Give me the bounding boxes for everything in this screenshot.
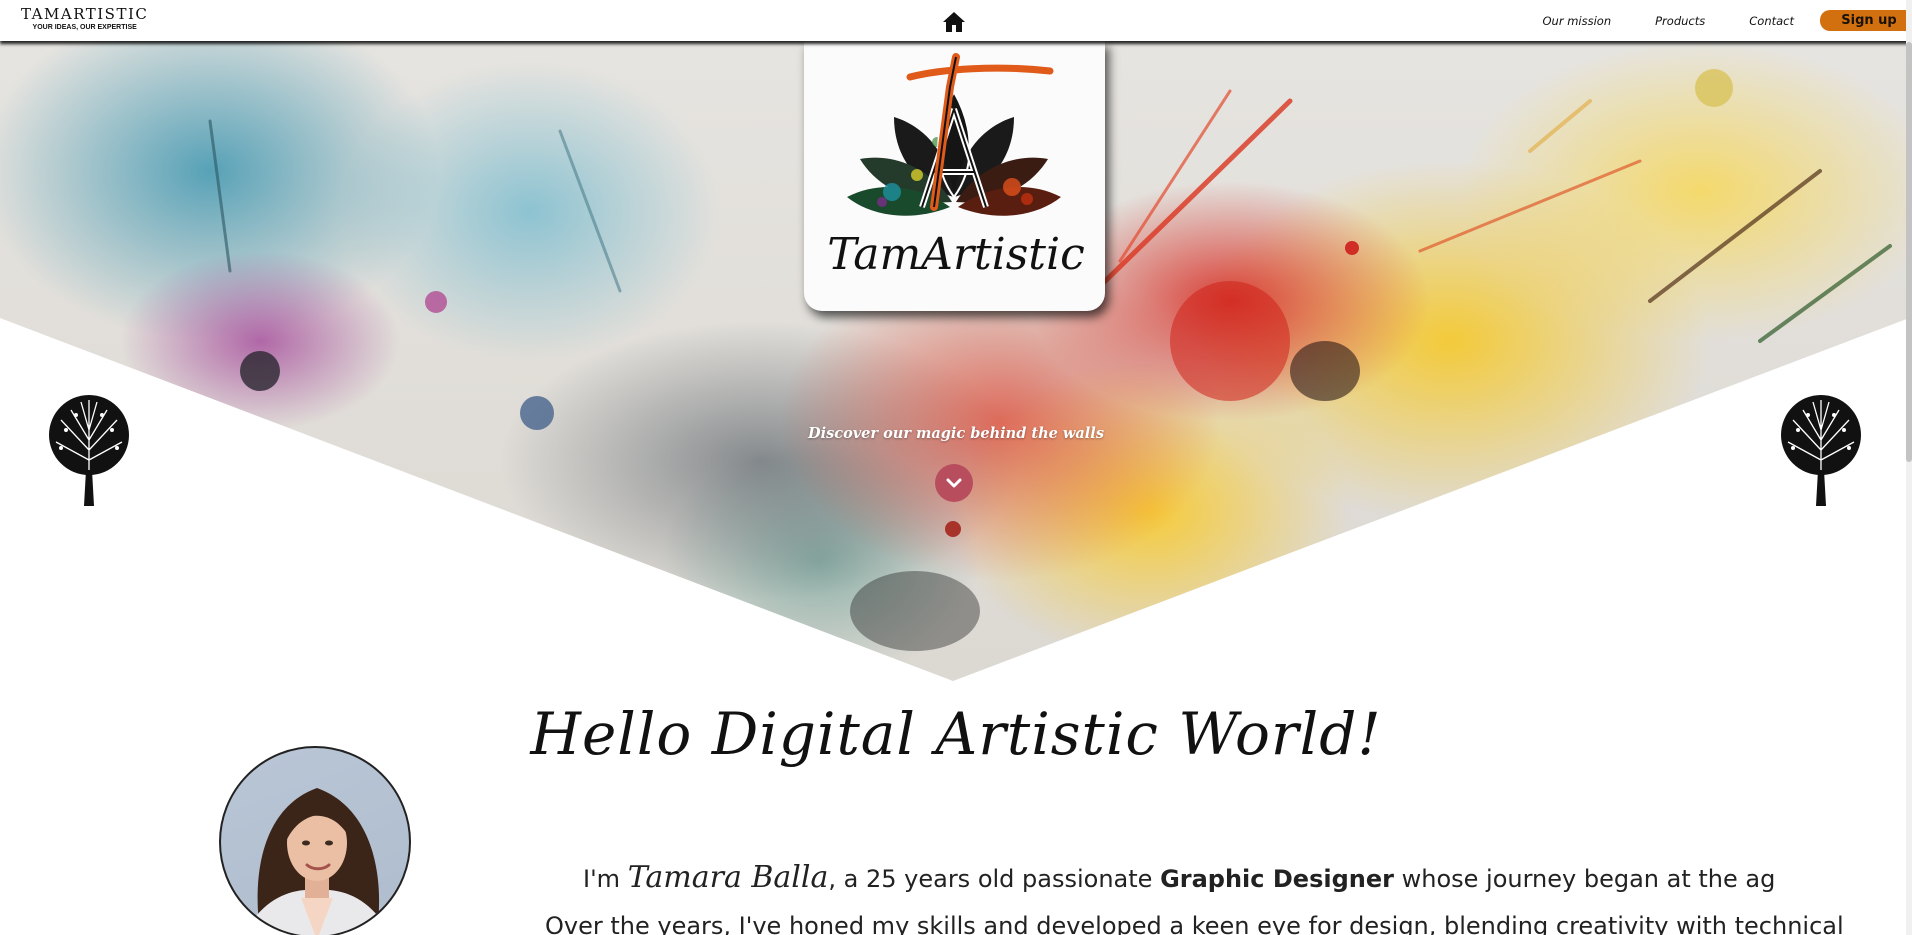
scrollbar-thumb[interactable] — [1906, 42, 1912, 462]
tree-icon — [49, 395, 129, 506]
hero-logo-card: TamArtistic — [804, 41, 1105, 311]
chevron-down-icon[interactable] — [935, 464, 973, 502]
nav-links: Our mission Products Contact Sign up — [1543, 10, 1912, 31]
nav-link-products[interactable]: Products — [1655, 14, 1705, 28]
avatar — [219, 746, 411, 935]
logo-script-text: TamArtistic — [827, 229, 1084, 280]
nav-link-contact[interactable]: Contact — [1749, 14, 1794, 28]
navbar: TAMARTISTIC YOUR IDEAS, OUR EXPERTISE Ou… — [0, 0, 1912, 41]
page-scrollbar[interactable] — [1906, 0, 1912, 935]
brand-tagline: YOUR IDEAS, OUR EXPERTISE — [32, 24, 137, 31]
brand-name: TAMARTISTIC — [21, 5, 149, 23]
role-text: Graphic Designer — [1160, 865, 1394, 893]
intro-suffix: whose journey began at the ag — [1401, 865, 1776, 893]
brand-logo[interactable]: TAMARTISTIC YOUR IDEAS, OUR EXPERTISE — [21, 5, 148, 31]
about-body-text: Over the years, I've honed my skills and… — [545, 912, 1844, 935]
hero-tagline: Discover our magic behind the walls — [808, 425, 1104, 442]
home-icon[interactable] — [942, 11, 966, 33]
nav-link-our-mission[interactable]: Our mission — [1543, 14, 1612, 28]
signup-button[interactable]: Sign up — [1820, 10, 1912, 31]
tree-icon — [1781, 395, 1861, 506]
intro-middle: , a 25 years old passionate — [828, 865, 1153, 893]
hero-banner: TamArtistic Discover our magic behind th… — [0, 41, 1912, 681]
intro-prefix: I'm — [583, 865, 621, 893]
intro-line: I'm Tamara Balla, a 25 years old passion… — [0, 860, 1912, 895]
lotus-ta-monogram-logo: TamArtistic — [827, 53, 1085, 280]
author-name: Tamara Balla — [627, 860, 829, 895]
